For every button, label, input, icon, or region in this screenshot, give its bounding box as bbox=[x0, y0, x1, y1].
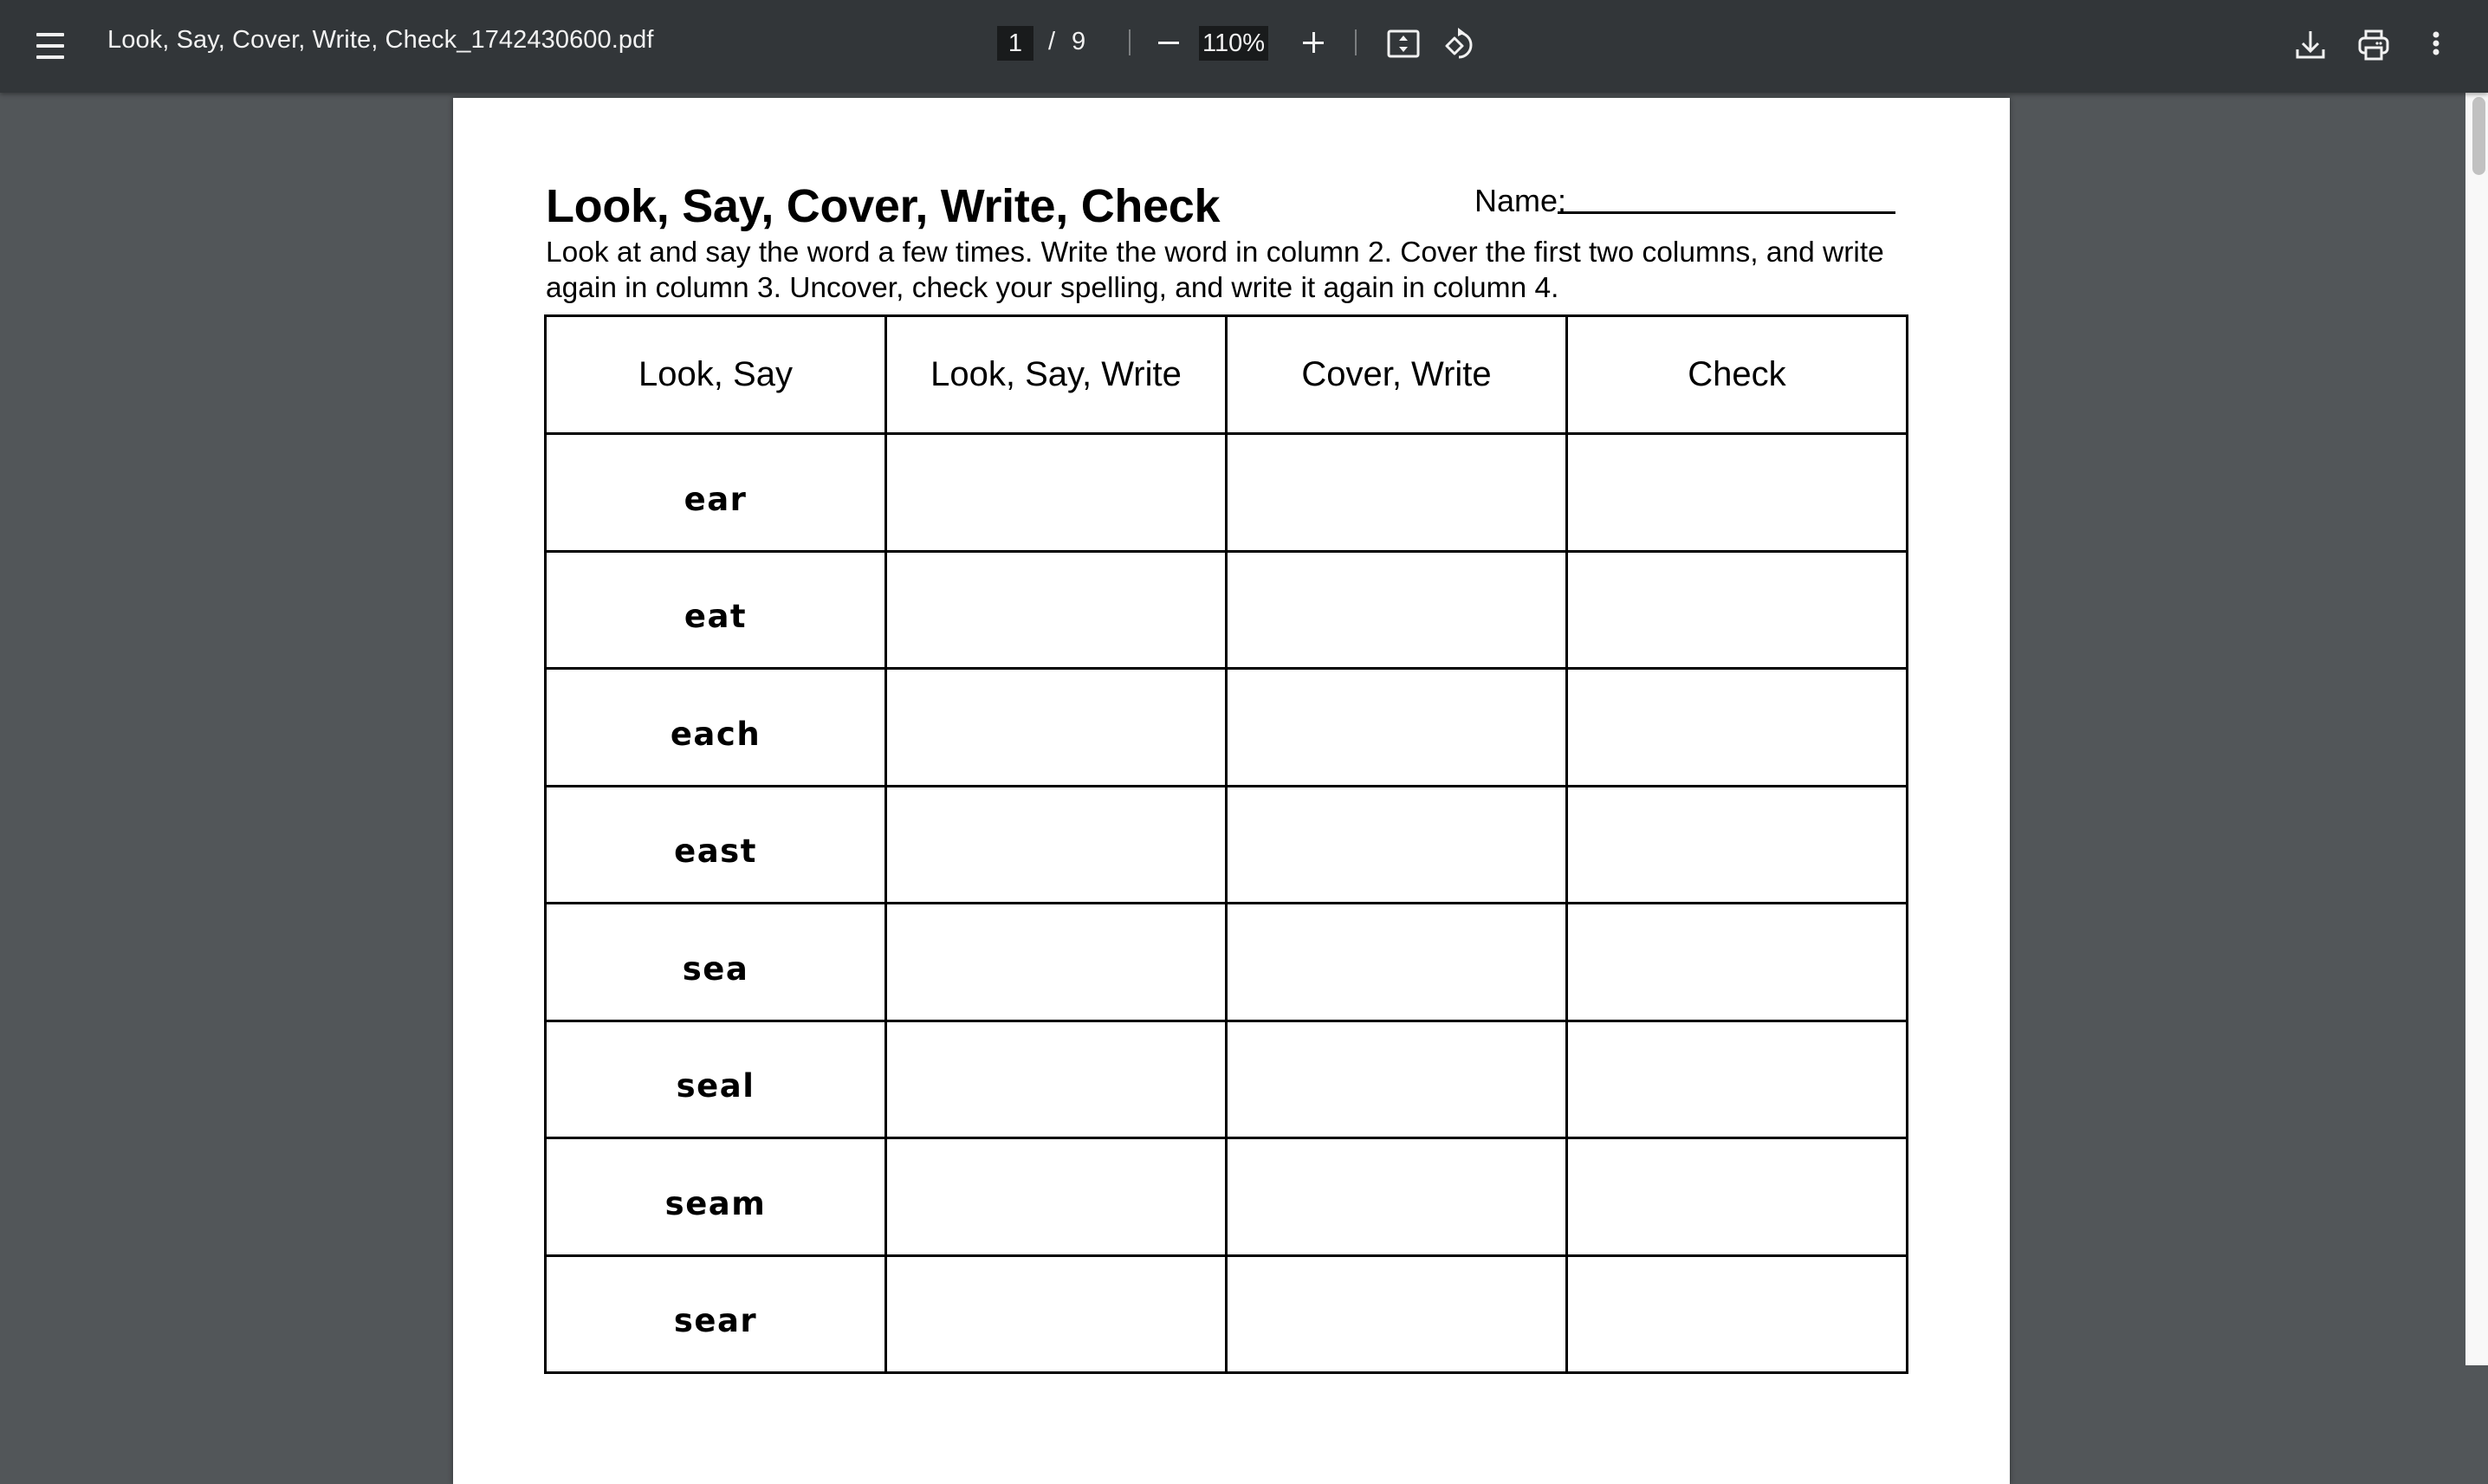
table-row: sea bbox=[544, 902, 1908, 1022]
check-cell bbox=[1565, 549, 1908, 670]
vertical-scrollbar[interactable] bbox=[2465, 93, 2488, 1365]
table-row: seal bbox=[544, 1019, 1908, 1139]
table-row: eat bbox=[544, 549, 1908, 670]
pdf-viewer-toolbar: Look, Say, Cover, Write, Check_174243060… bbox=[0, 0, 2488, 93]
column-header-cover-write: Cover, Write bbox=[1225, 314, 1568, 435]
table-row: east bbox=[544, 784, 1908, 904]
print-button[interactable] bbox=[2352, 23, 2395, 67]
word-cell: seam bbox=[544, 1137, 887, 1257]
column-header-check: Check bbox=[1565, 314, 1908, 435]
rotate-button[interactable] bbox=[1442, 24, 1480, 62]
total-pages: 9 bbox=[1072, 28, 1086, 55]
page-separator: / bbox=[1048, 28, 1056, 55]
look-say-write-cell bbox=[884, 902, 1228, 1022]
pdf-page: Look, Say, Cover, Write, Check Name: Loo… bbox=[453, 98, 2010, 1484]
cover-write-cell bbox=[1225, 549, 1568, 670]
table-row: seam bbox=[544, 1137, 1908, 1257]
cover-write-cell bbox=[1225, 784, 1568, 904]
column-header-look-say-write: Look, Say, Write bbox=[884, 314, 1228, 435]
worksheet-title: Look, Say, Cover, Write, Check bbox=[546, 180, 1221, 232]
toolbar-divider bbox=[1355, 29, 1357, 55]
table-row: ear bbox=[544, 432, 1908, 553]
name-blank-line bbox=[1558, 211, 1895, 214]
cover-write-cell bbox=[1225, 902, 1568, 1022]
name-label: Name: bbox=[1474, 183, 1567, 218]
check-cell bbox=[1565, 1137, 1908, 1257]
spelling-word: ear bbox=[684, 480, 748, 518]
spelling-word: sear bbox=[673, 1302, 758, 1340]
spelling-word: seam bbox=[664, 1184, 767, 1222]
look-say-write-cell bbox=[884, 1137, 1228, 1257]
hamburger-menu-icon[interactable] bbox=[33, 29, 68, 64]
word-cell: each bbox=[544, 667, 887, 787]
word-cell: seal bbox=[544, 1019, 887, 1139]
look-say-write-cell bbox=[884, 549, 1228, 670]
cover-write-cell bbox=[1225, 667, 1568, 787]
check-cell bbox=[1565, 1254, 1908, 1374]
check-cell bbox=[1565, 1019, 1908, 1139]
cover-write-cell bbox=[1225, 1019, 1568, 1139]
table-row: each bbox=[544, 667, 1908, 787]
fit-to-page-icon bbox=[1387, 29, 1420, 58]
more-options-button[interactable] bbox=[2414, 23, 2458, 67]
look-say-write-cell bbox=[884, 1019, 1228, 1139]
download-icon bbox=[2296, 31, 2325, 59]
column-header-look-say: Look, Say bbox=[544, 314, 887, 435]
word-cell: east bbox=[544, 784, 887, 904]
fit-to-page-button[interactable] bbox=[1384, 24, 1422, 62]
cover-write-cell bbox=[1225, 1137, 1568, 1257]
spelling-table: Look, Say Look, Say, Write Cover, Write … bbox=[544, 314, 1908, 1374]
word-cell: sear bbox=[544, 1254, 887, 1374]
check-cell bbox=[1565, 432, 1908, 553]
check-cell bbox=[1565, 784, 1908, 904]
cover-write-cell bbox=[1225, 1254, 1568, 1374]
worksheet-instructions: Look at and say the word a few times. Wr… bbox=[546, 237, 1884, 304]
zoom-out-button[interactable] bbox=[1148, 23, 1189, 64]
check-cell bbox=[1565, 667, 1908, 787]
rotate-counterclockwise-icon bbox=[1445, 28, 1473, 59]
word-cell: sea bbox=[544, 902, 887, 1022]
document-file-name: Look, Say, Cover, Write, Check_174243060… bbox=[107, 26, 654, 54]
download-button[interactable] bbox=[2289, 23, 2332, 67]
spelling-word: each bbox=[670, 715, 761, 753]
zoom-in-button[interactable] bbox=[1293, 23, 1334, 64]
look-say-write-cell bbox=[884, 1254, 1228, 1374]
word-cell: eat bbox=[544, 549, 887, 670]
spelling-word: eat bbox=[684, 598, 748, 636]
scrollbar-thumb[interactable] bbox=[2472, 97, 2485, 175]
table-row: sear bbox=[544, 1254, 1908, 1374]
more-vertical-icon bbox=[2433, 31, 2439, 55]
print-icon bbox=[2358, 29, 2389, 61]
spelling-word: sea bbox=[682, 949, 749, 988]
word-cell: ear bbox=[544, 432, 887, 553]
look-say-write-cell bbox=[884, 784, 1228, 904]
table-header-row: Look, Say Look, Say, Write Cover, Write … bbox=[544, 314, 1908, 435]
zoom-level-input[interactable] bbox=[1199, 26, 1268, 61]
spelling-word: east bbox=[674, 833, 757, 871]
look-say-write-cell bbox=[884, 432, 1228, 553]
check-cell bbox=[1565, 902, 1908, 1022]
look-say-write-cell bbox=[884, 667, 1228, 787]
current-page-input[interactable] bbox=[997, 26, 1033, 61]
spelling-word: seal bbox=[676, 1067, 755, 1105]
cover-write-cell bbox=[1225, 432, 1568, 553]
toolbar-divider bbox=[1129, 29, 1131, 55]
